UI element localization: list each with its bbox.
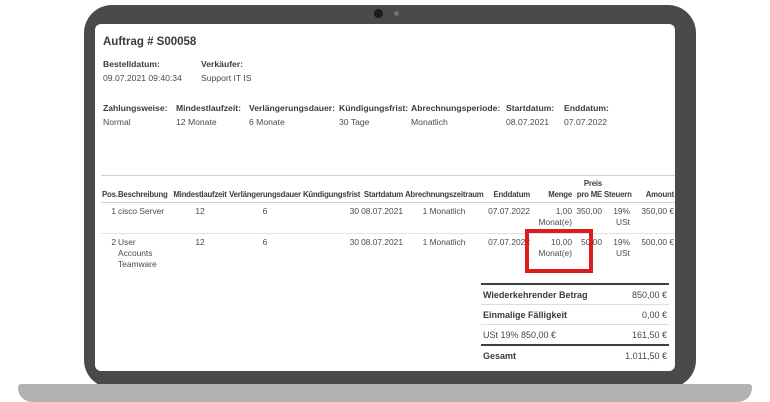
totals-label: USt 19% 850,00 € [483,330,556,340]
field-label: Enddatum: [564,101,665,115]
cell-preis-pro-me: 350,00 [573,203,603,234]
line-items-table: Pos. Beschreibung Mindestlaufzeit Verlän… [101,175,675,275]
field-label: Kündigungsfrist: [339,101,407,115]
field-label: Abrechnungsperiode: [411,101,502,115]
totals-section: Wiederkehrender Betrag 850,00 € Einmalig… [481,283,669,365]
table-row: 1 cisco Server 12 6 30 08.07.2021 1 Mona… [101,203,675,234]
cell-beschreibung: User Accounts Teamware [117,234,172,276]
field-value: 09.07.2021 09:40:34 [103,71,197,85]
field-verlaengerungsdauer: Verlängerungsdauer: 6 Monate [249,101,339,129]
laptop-screen: Auftrag # S00058 Bestelldatum: 09.07.202… [95,24,675,371]
totals-value: 161,50 € [632,330,667,340]
field-bestelldatum: Bestelldatum: 09.07.2021 09:40:34 [103,57,201,85]
cell-mindestlaufzeit: 12 [172,203,228,234]
field-startdatum: Startdatum: 08.07.2021 [506,101,564,129]
col-header-beschreibung: Beschreibung [117,176,172,203]
col-header-mindestlaufzeit: Mindestlaufzeit [172,176,228,203]
cell-startdatum: 08.07.2021 [360,203,404,234]
totals-label: Einmalige Fälligkeit [483,310,567,320]
field-value: 30 Tage [339,115,407,129]
col-header-pos: Pos. [101,176,117,203]
col-header-enddatum: Enddatum [484,176,531,203]
col-header-abrechnungszeitraum: Abrechnungszeitraum [404,176,484,203]
cell-steuern: 19% USt [603,203,631,234]
cell-verlaengerungsdauer: 6 [228,234,302,276]
field-label: Startdatum: [506,101,560,115]
totals-label: Gesamt [483,351,516,361]
totals-row-ust: USt 19% 850,00 € 161,50 € [481,325,669,344]
cell-abrechnungszeitraum: 1 Monatlich [404,203,484,234]
totals-label: Wiederkehrender Betrag [483,290,587,300]
col-header-preis-pro-me: Preis pro ME [573,176,603,203]
field-value: Normal [103,115,172,129]
cell-amount: 350,00 € [631,203,675,234]
field-enddatum: Enddatum: 07.07.2022 [564,101,669,129]
cell-steuern: 19% USt [603,234,631,276]
col-header-steuern: Steuern [603,176,631,203]
totals-value: 0,00 € [642,310,667,320]
laptop-mockup: Auftrag # S00058 Bestelldatum: 09.07.202… [0,0,770,402]
field-label: Verlängerungsdauer: [249,101,335,115]
cell-mindestlaufzeit: 12 [172,234,228,276]
col-header-kuendigungsfrist: Kündigungsfrist [302,176,360,203]
totals-row-gesamt: Gesamt 1.011,50 € [481,344,669,365]
cell-amount: 500,00 € [631,234,675,276]
col-header-amount: Amount [631,176,675,203]
cell-menge: 1,00 Monat(e) [531,203,573,234]
cell-enddatum: 07.07.2022 [484,234,531,276]
cell-kuendigungsfrist: 30 [302,203,360,234]
col-header-startdatum: Startdatum [360,176,404,203]
webcam-icon [374,9,383,18]
field-value: 12 Monate [176,115,245,129]
field-mindestlaufzeit: Mindestlaufzeit: 12 Monate [176,101,249,129]
totals-value: 850,00 € [632,290,667,300]
field-value: 07.07.2022 [564,115,665,129]
cell-pos: 1 [101,203,117,234]
cell-pos: 2 [101,234,117,276]
field-value: 6 Monate [249,115,335,129]
field-value: Support IT IS [201,71,665,85]
laptop-base [18,384,752,402]
field-kuendigungsfrist: Kündigungsfrist: 30 Tage [339,101,411,129]
cell-preis-pro-me: 50,00 [573,234,603,276]
cell-kuendigungsfrist: 30 [302,234,360,276]
webcam-led-icon [394,11,399,16]
totals-row-wiederkehrender-betrag: Wiederkehrender Betrag 850,00 € [481,283,669,305]
cell-menge-highlighted: 10,00 Monat(e) [531,234,573,276]
table-header-row: Pos. Beschreibung Mindestlaufzeit Verlän… [101,176,675,203]
page-title: Auftrag # S00058 [103,35,669,49]
menge-value: 10,00 Monat(e) [538,237,572,258]
col-header-verlaengerungsdauer: Verlängerungsdauer [228,176,302,203]
cell-beschreibung: cisco Server [117,203,172,234]
field-label: Bestelldatum: [103,57,197,71]
order-document: Auftrag # S00058 Bestelldatum: 09.07.202… [95,24,675,371]
field-verkaeufer: Verkäufer: Support IT IS [201,57,669,85]
field-abrechnungsperiode: Abrechnungsperiode: Monatlich [411,101,506,129]
totals-row-einmalige-faelligkeit: Einmalige Fälligkeit 0,00 € [481,305,669,325]
field-value: Monatlich [411,115,502,129]
field-label: Zahlungsweise: [103,101,172,115]
field-label: Verkäufer: [201,57,665,71]
cell-startdatum: 08.07.2021 [360,234,404,276]
col-header-menge: Menge [531,176,573,203]
field-value: 08.07.2021 [506,115,560,129]
order-info-primary: Bestelldatum: 09.07.2021 09:40:34 Verkäu… [103,57,669,85]
cell-verlaengerungsdauer: 6 [228,203,302,234]
totals-value: 1.011,50 € [625,351,667,361]
cell-abrechnungszeitraum: 1 Monatlich [404,234,484,276]
field-zahlungsweise: Zahlungsweise: Normal [103,101,176,129]
cell-enddatum: 07.07.2022 [484,203,531,234]
order-info-secondary: Zahlungsweise: Normal Mindestlaufzeit: 1… [103,101,669,129]
table-row: 2 User Accounts Teamware 12 6 30 08.07.2… [101,234,675,276]
field-label: Mindestlaufzeit: [176,101,245,115]
